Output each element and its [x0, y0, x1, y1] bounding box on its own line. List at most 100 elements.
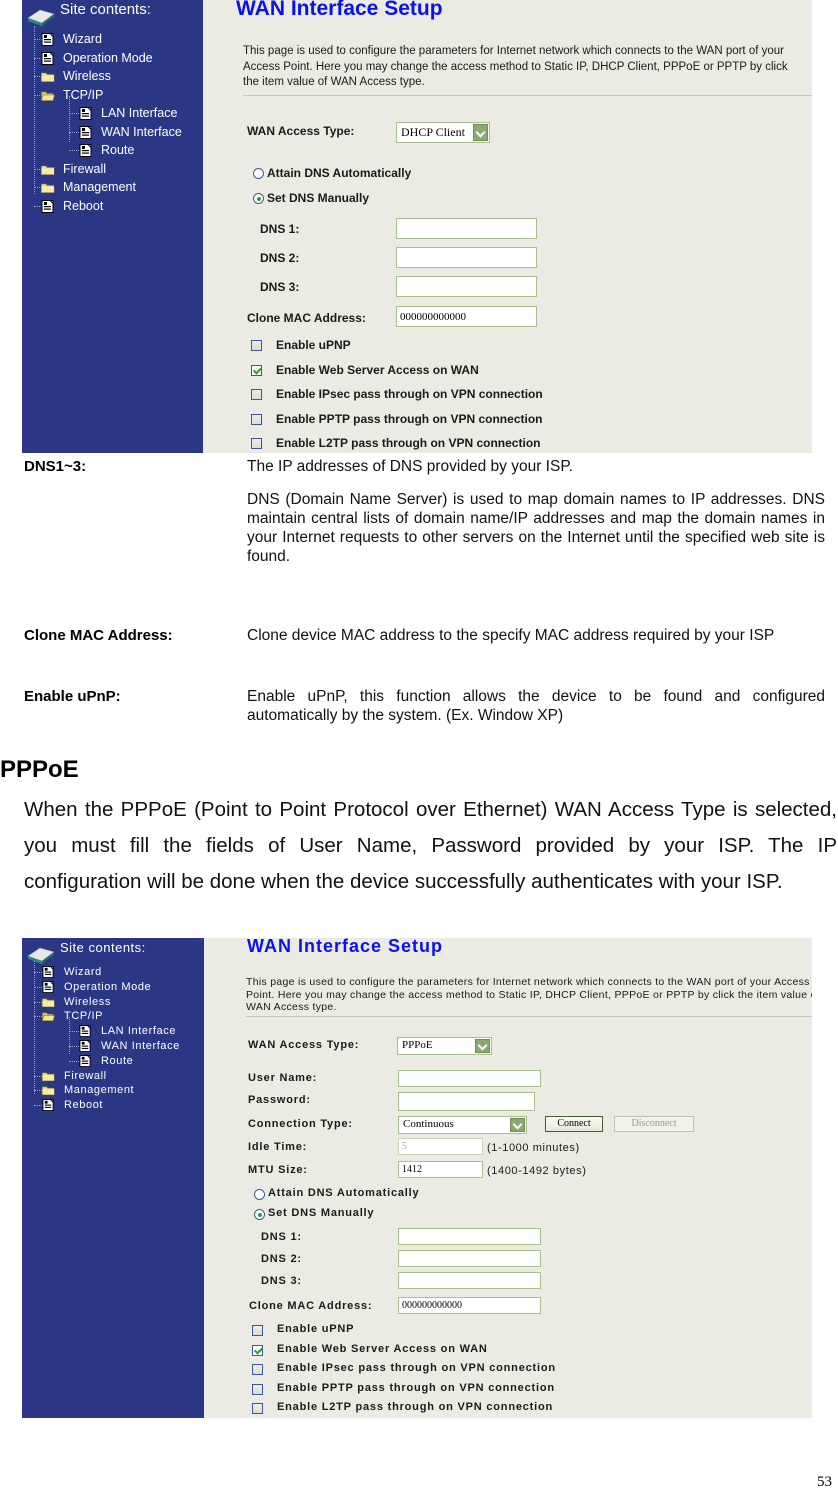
nav-item-firewall[interactable]: Firewall	[22, 1069, 204, 1084]
content-pane: WAN Interface Setup This page is used to…	[203, 0, 812, 453]
nav-item-management[interactable]: Management	[22, 178, 203, 197]
chevron-down-icon	[475, 1039, 490, 1053]
option-checkbox-label: Enable uPNP	[277, 1323, 355, 1335]
chevron-down-icon	[510, 1118, 525, 1132]
tree-connector	[69, 150, 79, 151]
option-checkbox-label: Enable Web Server Access on WAN	[276, 362, 479, 377]
dns2-label: DNS 2:	[261, 1253, 302, 1265]
device-icon	[27, 9, 55, 26]
nav-item-wizard[interactable]: Wizard	[22, 965, 204, 980]
connection-type-select[interactable]: Continuous	[398, 1116, 527, 1134]
nav-item-reboot[interactable]: Reboot	[22, 197, 203, 216]
page-description: This page is used to configure the param…	[243, 45, 788, 88]
dns3-label: DNS 3:	[261, 1275, 302, 1287]
section-paragraph: When the PPPoE (Point to Point Protocol …	[24, 798, 837, 893]
nav-item-label: Reboot	[64, 1099, 104, 1112]
tree-connector	[34, 961, 35, 1094]
nav-item-label: LAN Interface	[101, 106, 178, 120]
nav-item-route[interactable]: Route	[22, 1054, 204, 1069]
nav-item-label: WAN Interface	[101, 124, 182, 139]
dns-auto-label: Attain DNS Automatically	[267, 166, 412, 180]
nav-item-firewall[interactable]: Firewall	[22, 160, 203, 179]
nav-item-label: Management	[64, 1084, 135, 1097]
dns-auto-label: Attain DNS Automatically	[268, 1187, 420, 1199]
nav-item-label: Management	[63, 180, 136, 194]
device-icon	[27, 947, 55, 964]
option-checkbox[interactable]	[252, 1383, 263, 1395]
option-checkbox[interactable]	[252, 1344, 263, 1356]
nav-item-reboot[interactable]: Reboot	[22, 1098, 204, 1113]
option-checkbox[interactable]	[252, 1403, 263, 1414]
connect-button[interactable]: Connect	[545, 1116, 603, 1132]
nav-item-operation-mode[interactable]: Operation Mode	[22, 980, 204, 995]
nav-item-wan-interface[interactable]: WAN Interface	[22, 1039, 204, 1054]
page-icon	[79, 144, 93, 157]
folder-open-icon	[41, 89, 55, 102]
wan-access-type-label: WAN Access Type:	[248, 1039, 360, 1051]
nav-item-management[interactable]: Management	[22, 1083, 204, 1098]
user-name-input[interactable]	[398, 1070, 541, 1087]
page-icon	[42, 1099, 55, 1112]
content-pane: WAN Interface Setup This page is used to…	[204, 938, 812, 1418]
dns2-input[interactable]	[396, 247, 537, 268]
dns1-input[interactable]	[398, 1228, 541, 1245]
nav-item-route[interactable]: Route	[22, 141, 203, 160]
option-checkbox-label: Enable IPsec pass through on VPN connect…	[277, 1362, 556, 1374]
dns-manual-radio[interactable]	[254, 1209, 265, 1220]
option-checkbox[interactable]	[252, 1325, 263, 1336]
nav-item-label: Wireless	[63, 69, 111, 83]
mtu-size-input[interactable]	[398, 1161, 483, 1178]
wan-access-type-select[interactable]: PPPoE	[397, 1037, 492, 1055]
option-checkbox[interactable]	[251, 413, 262, 425]
dns1-input[interactable]	[396, 218, 537, 239]
clone-mac-input[interactable]	[396, 306, 537, 327]
password-input[interactable]	[398, 1092, 535, 1111]
wan-access-type-value: DHCP Client	[401, 125, 465, 139]
page-icon	[79, 1025, 92, 1038]
nav-item-label: Wizard	[64, 966, 102, 978]
dns-manual-radio[interactable]	[253, 193, 264, 204]
dns-manual-label: Set DNS Manually	[268, 1207, 375, 1219]
option-checkbox[interactable]	[251, 364, 262, 376]
nav-item-label: Operation Mode	[64, 980, 152, 993]
nav-item-lan-interface[interactable]: LAN Interface	[22, 104, 203, 123]
tree-connector	[69, 113, 79, 114]
page-icon	[79, 1054, 92, 1067]
option-checkbox[interactable]	[251, 438, 262, 449]
clone-mac-input[interactable]	[398, 1297, 541, 1314]
nav-item-wan-interface[interactable]: WAN Interface	[22, 123, 203, 142]
dns2-label: DNS 2:	[260, 251, 300, 265]
folder-icon	[41, 181, 55, 194]
nav-item-wireless[interactable]: Wireless	[22, 67, 203, 86]
dns3-input[interactable]	[396, 276, 537, 297]
dns-auto-radio[interactable]	[254, 1189, 265, 1200]
option-checkbox[interactable]	[251, 340, 262, 351]
divider	[246, 1016, 812, 1017]
dns3-input[interactable]	[398, 1272, 541, 1289]
nav-item-label: LAN Interface	[101, 1025, 177, 1038]
option-checkbox[interactable]	[251, 389, 262, 400]
idle-time-input[interactable]	[398, 1138, 483, 1155]
page-title: WAN Interface Setup	[247, 938, 444, 956]
nav-item-tcp-ip[interactable]: TCP/IP	[22, 1009, 204, 1024]
nav-item-lan-interface[interactable]: LAN Interface	[22, 1024, 204, 1039]
nav-item-label: Wizard	[63, 32, 102, 46]
connection-type-label: Connection Type:	[248, 1118, 353, 1130]
nav-item-tcp-ip[interactable]: TCP/IP	[22, 86, 203, 105]
option-checkbox-label: Enable IPsec pass through on VPN connect…	[276, 387, 543, 401]
nav-item-operation-mode[interactable]: Operation Mode	[22, 49, 203, 68]
disconnect-button[interactable]: Disconnect	[614, 1116, 694, 1132]
term-clone-mac: Clone MAC Address:	[24, 627, 173, 644]
wan-setup-screenshot-dhcp: Site contents: Wizard Operation Mode Wirel…	[22, 0, 812, 453]
dns2-input[interactable]	[398, 1250, 541, 1267]
mtu-size-label: MTU Size:	[248, 1164, 308, 1176]
option-checkbox-label: Enable PPTP pass through on VPN connecti…	[276, 411, 543, 426]
folder-icon	[42, 1084, 55, 1096]
option-checkbox[interactable]	[252, 1364, 263, 1375]
page-icon	[42, 980, 55, 993]
wan-access-type-select[interactable]: DHCP Client	[396, 122, 490, 143]
nav-item-wireless[interactable]: Wireless	[22, 995, 204, 1010]
page-icon	[79, 1039, 92, 1053]
nav-item-wizard[interactable]: Wizard	[22, 30, 203, 49]
dns-auto-radio[interactable]	[253, 168, 264, 179]
